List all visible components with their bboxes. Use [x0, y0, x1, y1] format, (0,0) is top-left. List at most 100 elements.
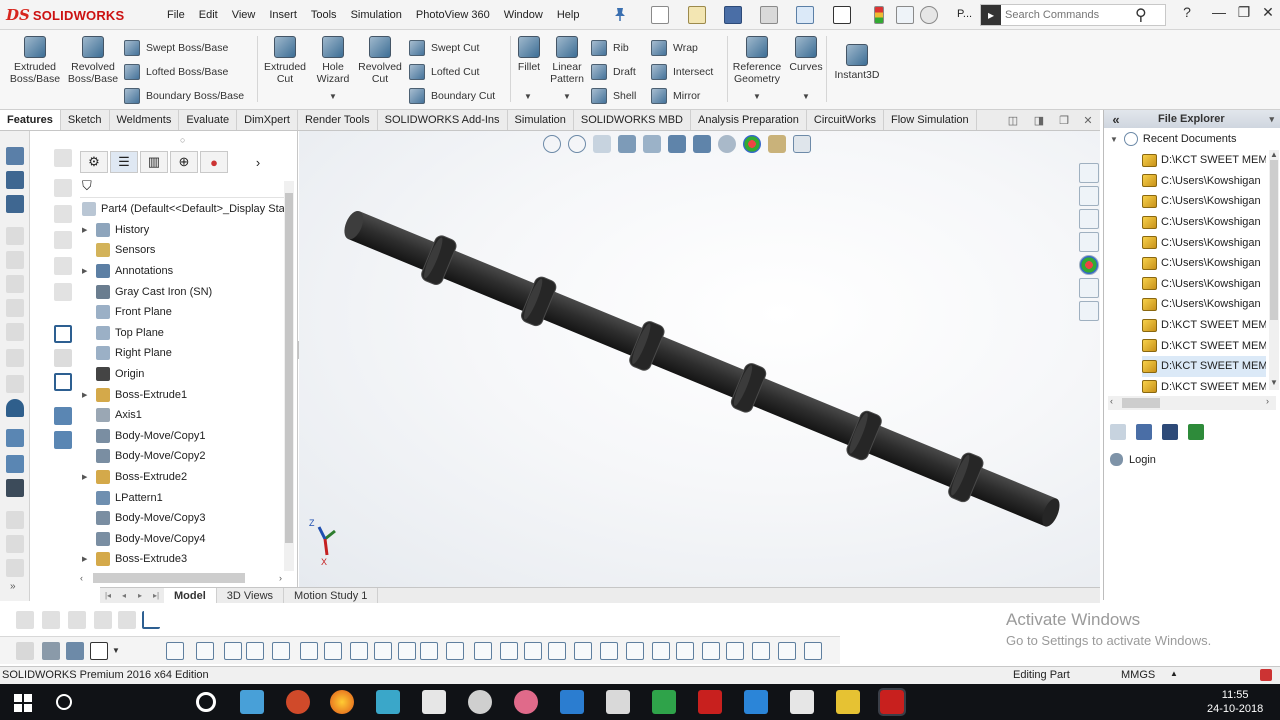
scene-icon[interactable]: [54, 431, 72, 449]
intersect-button[interactable]: Intersect: [651, 62, 713, 82]
hole-wizard-dropdown-icon[interactable]: ▼: [329, 92, 337, 101]
tab-dimxpert[interactable]: DimXpert: [237, 110, 298, 130]
solidworks-active-icon[interactable]: [878, 688, 906, 716]
scroll-right-icon[interactable]: ›: [279, 573, 282, 583]
display-icon[interactable]: [54, 373, 72, 391]
scroll-right-icon[interactable]: ›: [1266, 396, 1269, 406]
recent-file-item[interactable]: D:\KCT SWEET MEM: [1142, 315, 1266, 336]
recent-documents-node[interactable]: ▼ Recent Documents: [1110, 132, 1236, 146]
selection-filter-icon[interactable]: [548, 642, 566, 660]
feature-tree-tab-icon[interactable]: ⚙: [80, 151, 108, 173]
scroll-thumb[interactable]: [285, 193, 293, 543]
select-pointer-icon[interactable]: [90, 642, 108, 660]
linear-pattern-button[interactable]: Linear Pattern: [548, 36, 586, 85]
selection-filter-icon[interactable]: [196, 642, 214, 660]
menu-window[interactable]: Window: [497, 9, 550, 21]
rebuild-traffic-light-icon[interactable]: [874, 6, 884, 24]
filter-icon[interactable]: ⛉: [80, 178, 294, 198]
recent-file-item[interactable]: D:\KCT SWEET MEM: [1142, 335, 1266, 356]
extruded-cut-button[interactable]: Extruded Cut: [260, 36, 310, 85]
taskbar-app-icon[interactable]: [376, 690, 400, 714]
fillet-button[interactable]: Fillet: [514, 36, 544, 73]
menu-insert[interactable]: Insert: [262, 9, 304, 21]
recent-file-item[interactable]: D:\KCT SWEET MEM: [1142, 355, 1266, 377]
selection-filter-icon[interactable]: [574, 642, 592, 660]
revolved-boss-button[interactable]: Revolved Boss/Base: [66, 36, 120, 85]
quick-access-more[interactable]: P...: [957, 8, 972, 20]
save-icon[interactable]: [724, 6, 742, 24]
firefox-icon[interactable]: [330, 690, 354, 714]
taskbar-app-icon[interactable]: [560, 690, 584, 714]
graphics-area[interactable]: Z X: [299, 131, 1100, 587]
hole-wizard-button[interactable]: Hole Wizard: [312, 36, 354, 85]
recent-file-item[interactable]: C:\Users\Kowshigan: [1142, 191, 1266, 212]
solidworks-2016-icon[interactable]: [698, 690, 722, 714]
tree-node[interactable]: Right Plane: [76, 343, 286, 364]
taskbar-app-icon[interactable]: [240, 690, 264, 714]
filter-toggle-icon[interactable]: [42, 642, 60, 660]
help-button[interactable]: ?: [1172, 4, 1202, 24]
home-icon[interactable]: [1079, 163, 1099, 183]
selection-filter-icon[interactable]: [166, 642, 184, 660]
curves-button[interactable]: Curves: [788, 36, 824, 73]
mirror-button[interactable]: Mirror: [651, 86, 700, 106]
save-to-icon[interactable]: [1162, 424, 1178, 440]
task-pane-vertical-scrollbar[interactable]: ▲ ▼: [1269, 150, 1279, 390]
boundary-boss-button[interactable]: Boundary Boss/Base: [124, 86, 244, 106]
selection-filter-icon[interactable]: [374, 642, 392, 660]
close-button[interactable]: ✕: [1253, 4, 1280, 24]
selection-filter-icon[interactable]: [626, 642, 644, 660]
tabs-scroll-right-icon[interactable]: ›: [244, 151, 272, 173]
back-icon[interactable]: [1110, 424, 1126, 440]
expand-icon[interactable]: ▼: [1110, 135, 1118, 144]
selection-filter-icon[interactable]: [752, 642, 770, 660]
selection-filter-icon[interactable]: [524, 642, 542, 660]
reference-geometry-button[interactable]: Reference Geometry: [731, 36, 783, 85]
tab-3d-views[interactable]: 3D Views: [217, 588, 285, 603]
extruded-boss-button[interactable]: Extruded Boss/Base: [8, 36, 62, 85]
tree-node[interactable]: Body-Move/Copy3: [76, 508, 286, 529]
doc-restore-icon[interactable]: ❐: [1052, 110, 1076, 130]
selection-filter-icon[interactable]: [246, 642, 264, 660]
taskbar-app-icon[interactable]: [836, 690, 860, 714]
tab-flow-simulation[interactable]: Flow Simulation: [884, 110, 977, 130]
tab-sketch[interactable]: Sketch: [61, 110, 110, 130]
tab-render-tools[interactable]: Render Tools: [298, 110, 378, 130]
recent-file-item[interactable]: C:\Users\Kowshigan: [1142, 232, 1266, 253]
tree-node[interactable]: ▶ Boss-Extrude1: [76, 384, 286, 405]
scroll-thumb[interactable]: [1122, 398, 1160, 408]
custom-properties-icon[interactable]: [1079, 301, 1099, 321]
tab-solidworks-mbd[interactable]: SOLIDWORKS MBD: [574, 110, 691, 130]
menu-tools[interactable]: Tools: [304, 9, 344, 21]
pin-icon[interactable]: [613, 7, 627, 21]
menu-view[interactable]: View: [225, 9, 263, 21]
help-rebuild-icon[interactable]: [1260, 669, 1272, 681]
taskbar-app-icon[interactable]: [744, 690, 768, 714]
fillet-dropdown-icon[interactable]: ▼: [524, 92, 532, 101]
scroll-down-icon[interactable]: ▼: [1270, 378, 1278, 387]
select-dropdown-icon[interactable]: ▼: [112, 646, 120, 655]
print-icon[interactable]: [760, 6, 778, 24]
filter-icon[interactable]: [16, 642, 34, 660]
feature-tree-horizontal-scrollbar[interactable]: ‹ ›: [80, 571, 284, 585]
calculator-icon[interactable]: [422, 690, 446, 714]
shell-button[interactable]: Shell: [591, 86, 636, 106]
tree-node[interactable]: ▶ Boss-Extrude3: [76, 549, 286, 570]
new-document-icon[interactable]: [651, 6, 669, 24]
tile-right-icon[interactable]: ◨: [1026, 110, 1052, 130]
configuration-manager-tab-icon[interactable]: ▥: [140, 151, 168, 173]
expand-arrow-icon[interactable]: ▶: [82, 267, 92, 275]
units-arrow-icon[interactable]: ▲: [1170, 669, 1178, 678]
tab-motion-study[interactable]: Motion Study 1: [284, 588, 379, 603]
tree-root-part[interactable]: Part4 (Default<<Default>_Display Sta: [76, 199, 286, 220]
recent-file-item[interactable]: C:\Users\Kowshigan: [1142, 294, 1266, 315]
taskbar-app-icon[interactable]: [606, 690, 630, 714]
recent-file-item[interactable]: D:\KCT SWEET MEM: [1142, 150, 1266, 171]
rib-button[interactable]: Rib: [591, 38, 629, 58]
selection-filter-icon[interactable]: [446, 642, 464, 660]
zoom-fit-icon[interactable]: [6, 479, 24, 497]
selection-filter-icon[interactable]: [726, 642, 744, 660]
menu-help[interactable]: Help: [550, 9, 587, 21]
dimxpert-manager-tab-icon[interactable]: ⊕: [170, 151, 198, 173]
tab-simulation[interactable]: Simulation: [508, 110, 574, 130]
